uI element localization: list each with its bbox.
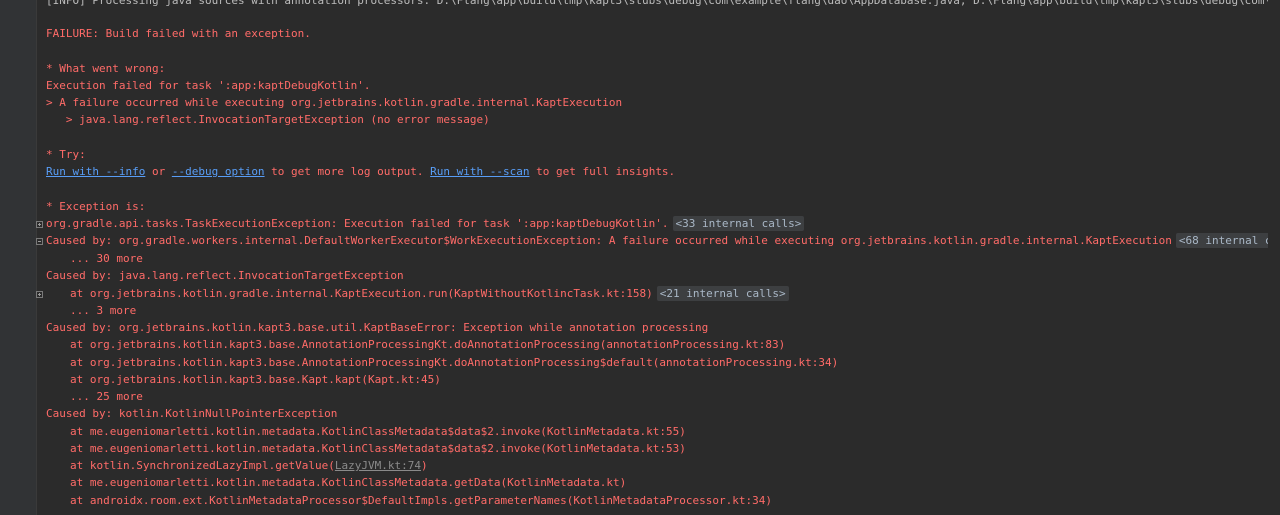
- collapse-fold-icon[interactable]: [36, 238, 43, 245]
- stack-frame-line: at kotlin.SynchronizedLazyImpl.getValue(…: [46, 457, 428, 474]
- internal-calls-badge[interactable]: <33 internal calls>: [672, 216, 805, 231]
- run-console[interactable]: [INFO] Processing java sources with anno…: [0, 0, 1280, 515]
- exception-header: * Exception is:: [46, 200, 146, 213]
- more-25-line: ... 25 more: [70, 390, 143, 403]
- caused-worker-line: Caused by: org.gradle.workers.internal.D…: [46, 232, 1280, 249]
- lazy-jvm-file-link[interactable]: LazyJVM.kt:74: [335, 459, 421, 472]
- stack-frame-line: at org.jetbrains.kotlin.kapt3.base.Annot…: [70, 356, 839, 369]
- debug-option-link[interactable]: --debug option: [172, 165, 265, 178]
- try-insights-text: to get full insights.: [529, 165, 676, 178]
- run-with-scan-link[interactable]: Run with --scan: [430, 165, 529, 178]
- expand-fold-icon[interactable]: [36, 291, 43, 298]
- info-log-line: [INFO] Processing java sources with anno…: [46, 0, 1280, 7]
- try-header: * Try:: [46, 148, 86, 161]
- stack-frame-line: at org.jetbrains.kotlin.kapt3.base.Annot…: [70, 338, 786, 351]
- try-line: Run with --info or --debug option to get…: [46, 163, 675, 180]
- more-30-line: ... 30 more: [70, 252, 143, 265]
- caused-worker-text: Caused by: org.gradle.workers.internal.D…: [46, 234, 1172, 247]
- stack-frame-line: at androidx.room.ext.KotlinMetadataProce…: [70, 494, 772, 507]
- failure-occurred-line: > A failure occurred while executing org…: [46, 96, 623, 109]
- stack-frame-line: at me.eugeniomarletti.kotlin.metadata.Ko…: [70, 442, 686, 455]
- try-more-output-text: to get more log output.: [264, 165, 431, 178]
- try-or-text: or: [145, 165, 172, 178]
- console-gutter: [0, 0, 37, 515]
- run-with-info-link[interactable]: Run with --info: [46, 165, 145, 178]
- at-kapt-execution-text: at org.jetbrains.kotlin.gradle.internal.…: [70, 287, 653, 300]
- caused-kapt-base-line: Caused by: org.jetbrains.kotlin.kapt3.ba…: [46, 321, 709, 334]
- exception-text: org.gradle.api.tasks.TaskExecutionExcept…: [46, 217, 669, 230]
- lazy-frame-prefix: at kotlin.SynchronizedLazyImpl.getValue(: [70, 459, 335, 472]
- lazy-frame-suffix: ): [421, 459, 428, 472]
- stack-frame-line: at org.jetbrains.kotlin.kapt3.base.Kapt.…: [70, 373, 441, 386]
- invocation-target-line: > java.lang.reflect.InvocationTargetExce…: [46, 113, 490, 126]
- what-went-wrong-header: * What went wrong:: [46, 62, 166, 75]
- internal-calls-badge[interactable]: <21 internal calls>: [656, 286, 789, 301]
- stack-frame-line: at me.eugeniomarletti.kotlin.metadata.Ko…: [70, 476, 627, 489]
- exception-line: org.gradle.api.tasks.TaskExecutionExcept…: [46, 215, 805, 232]
- internal-calls-badge[interactable]: <68 internal calls>: [1175, 233, 1280, 248]
- execution-failed-line: Execution failed for task ':app:kaptDebu…: [46, 79, 371, 92]
- more-3-line: ... 3 more: [70, 304, 137, 317]
- expand-fold-icon[interactable]: [36, 221, 43, 228]
- failure-line: FAILURE: Build failed with an exception.: [46, 27, 311, 40]
- at-kapt-execution-line: at org.jetbrains.kotlin.gradle.internal.…: [46, 285, 789, 302]
- vertical-scrollbar[interactable]: [1268, 0, 1280, 515]
- caused-npe-line: Caused by: kotlin.KotlinNullPointerExcep…: [46, 407, 338, 420]
- caused-invocation-line: Caused by: java.lang.reflect.InvocationT…: [46, 269, 404, 282]
- stack-frame-line: at me.eugeniomarletti.kotlin.metadata.Ko…: [70, 425, 686, 438]
